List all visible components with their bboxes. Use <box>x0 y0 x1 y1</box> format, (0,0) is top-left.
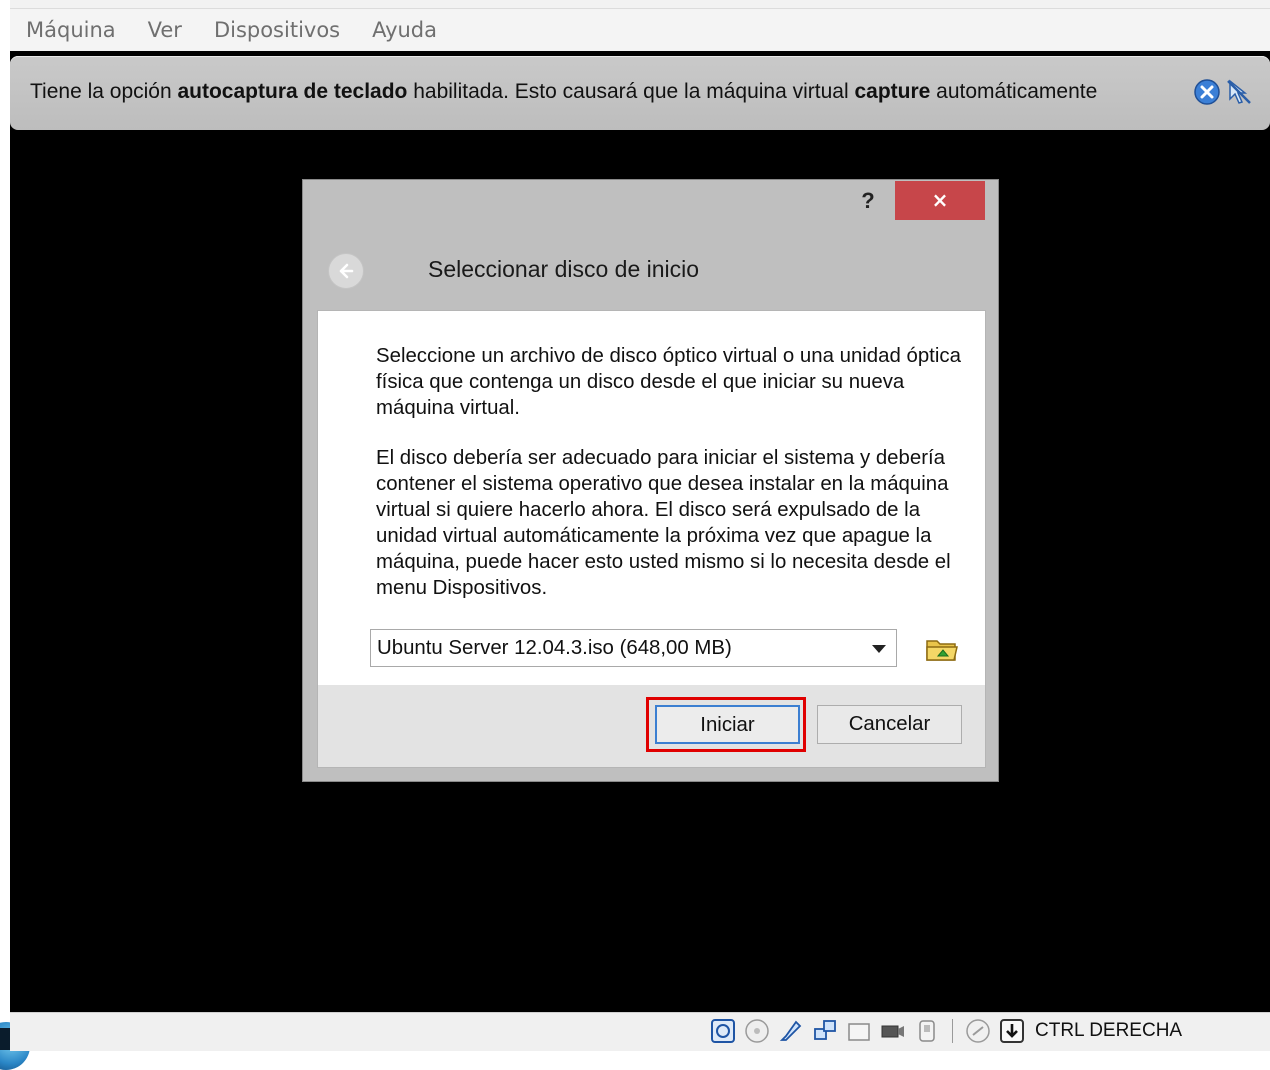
notice-bold-2: capture <box>854 80 931 103</box>
chevron-down-icon <box>872 645 886 653</box>
optical-drive-icon[interactable] <box>744 1018 770 1044</box>
notice-bold-1: autocaptura de teclado <box>177 80 408 103</box>
close-button[interactable]: × <box>895 181 985 220</box>
window-top-edge <box>10 0 1270 9</box>
virtualbox-vm-window: Máquina Ver Dispositivos Ayuda Tiene la … <box>10 0 1270 1051</box>
help-button[interactable]: ? <box>851 186 885 216</box>
close-notice-icon[interactable] <box>1193 78 1221 106</box>
menu-bar: Máquina Ver Dispositivos Ayuda <box>10 9 1270 51</box>
usb-icon[interactable] <box>778 1018 804 1044</box>
disk-select[interactable]: Ubuntu Server 12.04.3.iso (648,00 MB) <box>370 629 897 667</box>
instructions-paragraph-1: Seleccione un archivo de disco óptico vi… <box>376 345 961 419</box>
auto-capture-notice: Tiene la opción autocaptura de teclado h… <box>10 56 1270 130</box>
video-capture-icon[interactable] <box>880 1018 906 1044</box>
start-button[interactable]: Iniciar <box>655 705 800 744</box>
menu-maquina[interactable]: Máquina <box>10 18 132 42</box>
notice-message: Tiene la opción autocaptura de teclado h… <box>30 80 1097 104</box>
notice-text-2: habilitada. Esto causará que la máquina … <box>407 80 855 103</box>
host-desktop-edge <box>0 0 10 1050</box>
cancel-button[interactable]: Cancelar <box>817 705 962 744</box>
instructions-paragraph-2: El disco debería ser adecuado para inici… <box>376 447 951 599</box>
select-boot-disk-dialog: ? × Seleccionar disco de inicio Seleccio… <box>302 179 999 782</box>
notice-text-1: Tiene la opción <box>30 80 178 103</box>
back-arrow-icon <box>339 263 354 279</box>
dialog-title: Seleccionar disco de inicio <box>428 256 700 282</box>
host-key-icon[interactable] <box>999 1018 1025 1044</box>
notice-text-3: automáticamente <box>930 80 1098 103</box>
mouse-integration-icon[interactable] <box>1225 78 1253 106</box>
shared-folders-icon[interactable] <box>846 1018 872 1044</box>
dialog-content: Seleccione un archivo de disco óptico vi… <box>317 310 986 687</box>
menu-ayuda[interactable]: Ayuda <box>356 18 453 42</box>
network-icon[interactable] <box>812 1018 838 1044</box>
menu-ver[interactable]: Ver <box>132 18 198 42</box>
disk-select-value: Ubuntu Server 12.04.3.iso (648,00 MB) <box>377 637 732 659</box>
status-bar: CTRL DERECHA <box>10 1012 1270 1051</box>
host-key-label: CTRL DERECHA <box>1035 1020 1183 1041</box>
back-button[interactable] <box>328 253 364 289</box>
status-separator <box>952 1019 953 1043</box>
menu-dispositivos[interactable]: Dispositivos <box>198 18 356 42</box>
choose-disk-file-icon[interactable] <box>924 633 960 665</box>
keyboard-capture-icon[interactable] <box>965 1018 991 1044</box>
mouse-icon[interactable] <box>914 1018 940 1044</box>
hard-disk-icon[interactable] <box>710 1018 736 1044</box>
